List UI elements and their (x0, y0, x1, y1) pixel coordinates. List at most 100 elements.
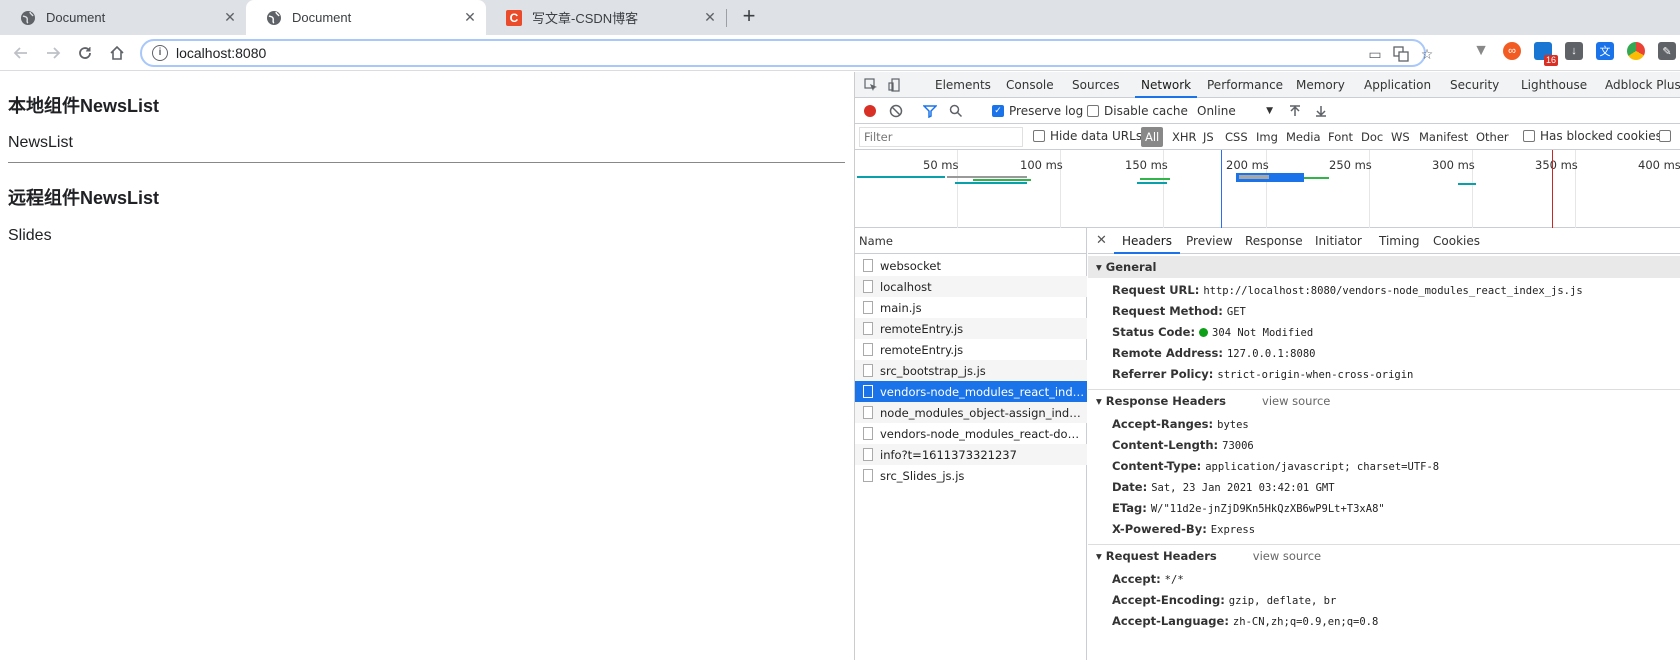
filter-type-font[interactable]: Font (1328, 130, 1353, 144)
google-translate-extension-icon[interactable]: 文 (1596, 42, 1614, 60)
download-extension-icon[interactable]: ↓ (1565, 42, 1583, 60)
reload-icon[interactable] (74, 42, 96, 64)
request-url-row: Request URL: http://localhost:8080/vendor… (1112, 280, 1583, 300)
request-row[interactable]: vendors-node_modules_react-dom_index_js.… (855, 423, 1087, 444)
home-icon[interactable] (106, 42, 128, 64)
response-headers-title: Response Headers (1105, 394, 1226, 408)
tab-timing[interactable]: Timing (1379, 228, 1420, 254)
filter-type-xhr[interactable]: XHR (1172, 130, 1197, 144)
hide-data-urls-checkbox[interactable]: Hide data URLs (1033, 128, 1142, 144)
react-devtools-extension-icon[interactable]: 16 (1534, 42, 1558, 66)
request-row[interactable]: localhost (855, 276, 1087, 297)
request-row-selected[interactable]: vendors-node_modules_react_index_js.js (855, 381, 1087, 402)
tab-performance[interactable]: Performance (1207, 72, 1283, 98)
infinity-extension-icon[interactable]: ∞ (1503, 42, 1521, 60)
filter-type-other[interactable]: Other (1476, 130, 1509, 144)
browser-tab-csdn[interactable]: C 写文章-CSDN博客 ✕ (486, 0, 726, 35)
back-arrow-icon[interactable] (10, 42, 32, 64)
import-har-icon[interactable] (1289, 103, 1301, 119)
filter-type-img[interactable]: Img (1256, 130, 1278, 144)
file-icon (863, 259, 873, 272)
tab-memory[interactable]: Memory (1296, 72, 1345, 98)
chrome-extension-icon[interactable] (1627, 42, 1645, 60)
request-row[interactable]: remoteEntry.js (855, 318, 1087, 339)
tab-console[interactable]: Console (1006, 72, 1054, 98)
throttle-select[interactable]: Online ▼ (1197, 103, 1273, 119)
file-icon (863, 406, 873, 419)
export-har-icon[interactable] (1315, 103, 1327, 119)
filter-funnel-icon[interactable] (923, 103, 937, 119)
general-title: General (1105, 260, 1157, 274)
tab-sources[interactable]: Sources (1072, 72, 1119, 98)
globe-icon (266, 10, 282, 26)
preserve-log-checkbox[interactable]: ✓ Preserve log (992, 103, 1083, 119)
request-list-name-header[interactable]: Name (855, 228, 1087, 254)
header-value: */* (1164, 574, 1184, 586)
page-content: 本地组件NewsList NewsList 远程组件NewsList Slide… (0, 72, 854, 660)
request-row[interactable]: info?t=1611373321237 (855, 444, 1087, 465)
response-header-row: Content-Type: application/javascript; cha… (1112, 456, 1439, 476)
request-row[interactable]: remoteEntry.js (855, 339, 1087, 360)
blocked-requests-checkbox[interactable] (1659, 128, 1676, 144)
view-source-link[interactable]: view source (1262, 394, 1330, 408)
timeline-tick: 150 ms (1125, 158, 1168, 172)
filter-type-js[interactable]: JS (1203, 130, 1214, 144)
request-row[interactable]: websocket (855, 255, 1087, 276)
vue-devtools-extension-icon[interactable]: ▼ (1472, 42, 1490, 60)
filter-type-media[interactable]: Media (1286, 130, 1321, 144)
record-icon[interactable] (863, 103, 877, 119)
file-icon (863, 343, 873, 356)
filter-type-all[interactable]: All (1141, 127, 1164, 147)
browser-tab-document-2[interactable]: Document ✕ (246, 0, 486, 35)
response-headers-section-header[interactable]: ▾ Response Headers view source (1088, 390, 1680, 412)
filter-type-manifest[interactable]: Manifest (1419, 130, 1468, 144)
globe-icon (20, 10, 36, 26)
address-bar[interactable]: i localhost:8080 ▭ ☆ (140, 39, 1433, 67)
clear-icon[interactable] (889, 103, 903, 119)
request-row[interactable]: main.js (855, 297, 1087, 318)
filter-input[interactable] (859, 127, 1023, 147)
tab-headers[interactable]: Headers (1114, 228, 1180, 254)
tab-network[interactable]: Network (1135, 72, 1198, 98)
address-url[interactable]: localhost:8080 (176, 45, 266, 61)
cast-device-icon[interactable]: ▭ (1366, 45, 1384, 63)
tab-lighthouse[interactable]: Lighthouse (1521, 72, 1587, 98)
close-tab-icon[interactable]: ✕ (222, 9, 238, 25)
checkbox-checked-icon: ✓ (992, 105, 1004, 117)
request-row[interactable]: node_modules_object-assign_index_js.js (855, 402, 1087, 423)
browser-tab-document-1[interactable]: Document ✕ (0, 0, 246, 35)
divider (8, 162, 845, 163)
general-section-header[interactable]: ▾ General (1088, 256, 1680, 278)
tab-application[interactable]: Application (1364, 72, 1431, 98)
close-tab-icon[interactable]: ✕ (702, 9, 718, 25)
tab-elements[interactable]: Elements (935, 72, 991, 98)
search-icon[interactable] (949, 103, 963, 119)
tab-initiator[interactable]: Initiator (1315, 228, 1362, 254)
request-headers-section-header[interactable]: ▾ Request Headers view source (1088, 545, 1680, 567)
close-details-icon[interactable]: ✕ (1096, 228, 1107, 254)
tab-cookies[interactable]: Cookies (1433, 228, 1480, 254)
edit-extension-icon[interactable]: ✎ (1658, 42, 1676, 60)
translate-icon[interactable] (1392, 45, 1410, 63)
site-info-icon[interactable]: i (152, 45, 168, 61)
close-tab-icon[interactable]: ✕ (462, 9, 478, 25)
request-row[interactable]: src_bootstrap_js.js (855, 360, 1087, 381)
tab-security[interactable]: Security (1450, 72, 1499, 98)
new-tab-plus-icon[interactable]: + (738, 5, 760, 28)
has-blocked-cookies-checkbox[interactable]: Has blocked cookies (1523, 128, 1662, 144)
filter-type-css[interactable]: CSS (1225, 130, 1248, 144)
file-icon (863, 469, 873, 482)
tab-preview[interactable]: Preview (1186, 228, 1233, 254)
inspect-element-icon[interactable] (863, 77, 879, 93)
header-value: gzip, deflate, br (1228, 595, 1337, 607)
request-row[interactable]: src_Slides_js.js (855, 465, 1087, 486)
view-source-link[interactable]: view source (1253, 549, 1321, 563)
bookmark-star-icon[interactable]: ☆ (1418, 45, 1436, 63)
forward-arrow-icon[interactable] (42, 42, 64, 64)
tab-adblock-plus[interactable]: Adblock Plus (1605, 72, 1680, 98)
filter-type-doc[interactable]: Doc (1361, 130, 1383, 144)
device-toolbar-icon[interactable] (887, 77, 903, 93)
tab-response[interactable]: Response (1245, 228, 1303, 254)
disable-cache-checkbox[interactable]: Disable cache (1087, 103, 1188, 119)
filter-type-ws[interactable]: WS (1391, 130, 1410, 144)
